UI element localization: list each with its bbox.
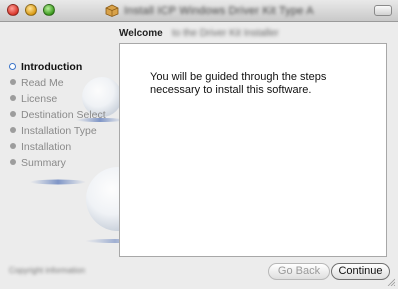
step-bullet-icon: [10, 127, 16, 134]
step-installation: Installation: [10, 140, 71, 154]
zoom-window-button[interactable]: [43, 4, 55, 16]
step-introduction: Introduction: [9, 60, 82, 74]
step-bullet-icon: [10, 111, 16, 118]
resize-grip-icon[interactable]: [387, 278, 395, 286]
toolbar-toggle-button[interactable]: [374, 5, 392, 16]
pane-subtitle: to the Driver Kit Installer: [172, 28, 279, 39]
active-step-bullet-icon: [9, 62, 16, 70]
step-bullet-icon: [10, 95, 16, 102]
minimize-window-button[interactable]: [25, 4, 37, 16]
step-bullet-icon: [10, 159, 16, 166]
close-window-button[interactable]: [7, 4, 19, 16]
step-bullet-icon: [10, 79, 16, 86]
step-read-me: Read Me: [10, 76, 64, 90]
content-pane[interactable]: You will be guided through the steps nec…: [119, 43, 387, 257]
step-bullet-icon: [10, 143, 16, 150]
step-license: License: [10, 92, 57, 106]
introduction-text: You will be guided through the steps nec…: [150, 71, 327, 96]
pane-title: Welcome: [119, 28, 163, 39]
window-title: Install ICP Windows Driver Kit Type A: [124, 5, 314, 17]
installer-window: Install ICP Windows Driver Kit Type A In…: [0, 0, 398, 289]
step-summary: Summary: [10, 156, 66, 170]
package-icon: [105, 4, 119, 17]
title-bar: Install ICP Windows Driver Kit Type A: [0, 0, 398, 22]
go-back-button[interactable]: Go Back: [268, 263, 330, 280]
footer-text: Copyright information: [9, 266, 86, 275]
step-destination-select: Destination Select: [10, 108, 106, 122]
step-installation-type: Installation Type: [10, 124, 97, 138]
continue-button[interactable]: Continue: [331, 263, 390, 280]
